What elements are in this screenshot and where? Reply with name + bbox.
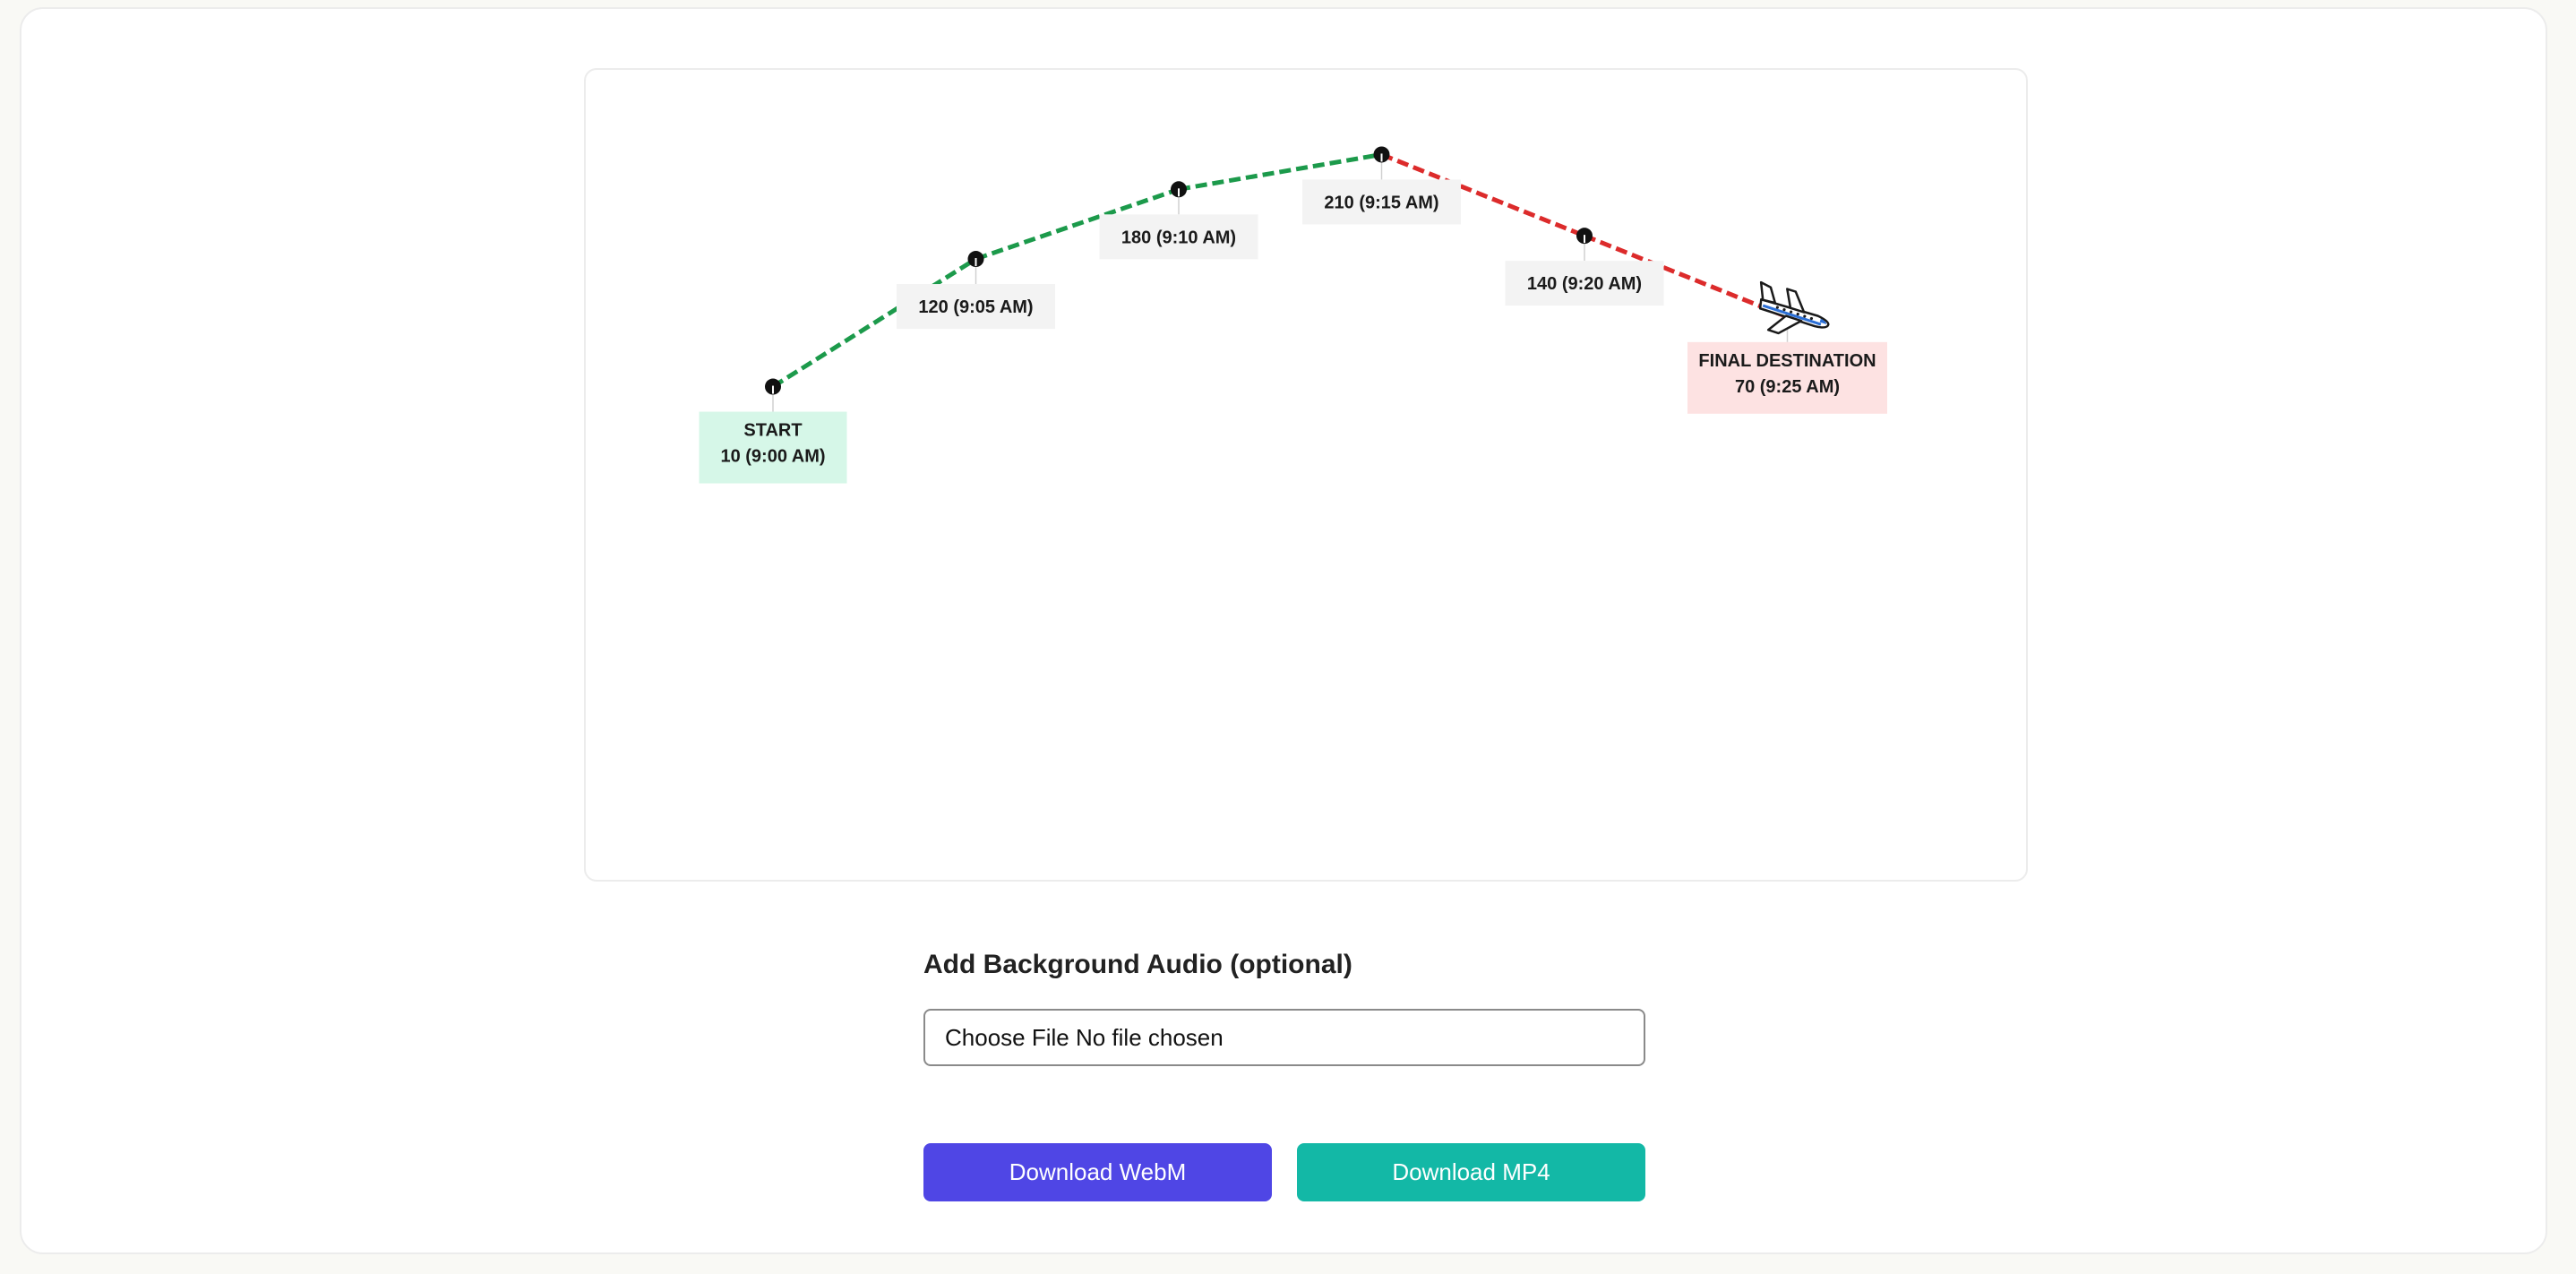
airplane-icon — [1758, 280, 1830, 335]
chart-svg: START 10 (9:00 AM) 120 (9:05 AM) 180 (9:10 … — [699, 146, 1887, 484]
point-label-1-line-2: 10 (9:00 AM) — [720, 447, 825, 467]
point-label-6-line-1: FINAL DESTINATION — [1698, 351, 1876, 371]
download-mp4-button[interactable]: Download MP4 — [1297, 1143, 1645, 1201]
point-label-3-line-1: 180 (9:10 AM) — [1121, 228, 1236, 247]
audio-file-input[interactable]: Choose File No file chosen — [923, 1009, 1645, 1066]
flight-path-chart: START 10 (9:00 AM) 120 (9:05 AM) 180 (9:10 … — [584, 68, 2028, 882]
point-label-6-line-2: 70 (9:25 AM) — [1735, 377, 1840, 397]
main-card: START 10 (9:00 AM) 120 (9:05 AM) 180 (9:10 … — [20, 7, 2547, 1254]
choose-file-button[interactable]: Choose File — [945, 1024, 1069, 1052]
point-label-4-line-1: 210 (9:15 AM) — [1324, 193, 1438, 212]
point-label-5-line-1: 140 (9:20 AM) — [1527, 274, 1642, 294]
point-label-1-line-1: START — [743, 421, 802, 441]
point-label-2-line-1: 120 (9:05 AM) — [918, 297, 1033, 317]
download-webm-button[interactable]: Download WebM — [923, 1143, 1272, 1201]
file-status-text: No file chosen — [1075, 1023, 1224, 1051]
audio-section-title: Add Background Audio (optional) — [923, 950, 1352, 979]
